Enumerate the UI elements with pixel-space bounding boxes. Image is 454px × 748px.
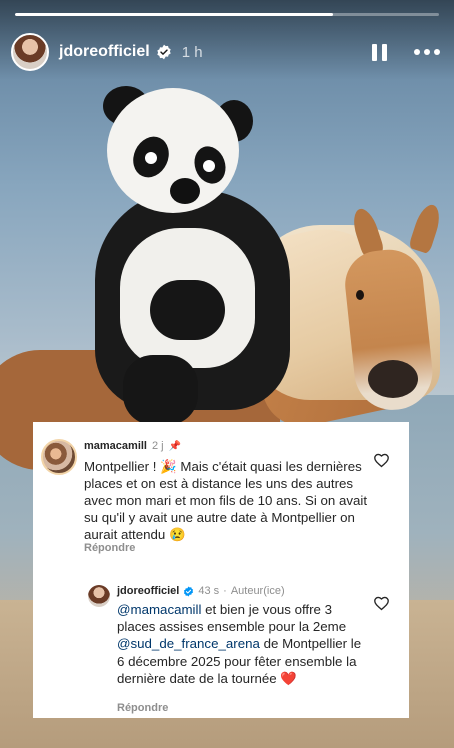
author-avatar[interactable] (88, 585, 110, 607)
dot (414, 49, 420, 55)
pause-bar (371, 43, 377, 61)
pin-icon: 📌 (168, 440, 182, 452)
heart-icon[interactable] (373, 595, 390, 612)
story-timestamp: 1 h (181, 43, 203, 61)
reply-header: jdoreofficiel 43 s · Auteur(ice) (117, 585, 285, 597)
story-viewer: jdoreofficiel 1 h mamacamill 2 j 📌 Montp… (0, 0, 454, 748)
mention-user-link[interactable]: @mamacamill (117, 602, 201, 617)
reply-reply-button[interactable]: Répondre (117, 702, 168, 714)
author-username[interactable]: jdoreofficiel (117, 585, 179, 597)
dot (424, 49, 430, 55)
pause-bar (381, 43, 387, 61)
verified-badge-icon (157, 44, 171, 60)
comment-time: 2 j (151, 440, 164, 452)
dot (434, 49, 440, 55)
comment-text: Montpellier ! 🎉 Mais c'était quasi les d… (84, 459, 368, 542)
heart-icon[interactable] (373, 452, 390, 469)
mention-arena-link[interactable]: @sud_de_france_arena (117, 636, 260, 651)
separator: · (223, 585, 227, 597)
author-badge: Auteur(ice) (230, 585, 285, 597)
reply-time: 43 s (198, 585, 220, 597)
panda-nose (170, 178, 200, 204)
comment-reply-button[interactable]: Répondre (84, 542, 135, 554)
horse-nose (368, 360, 418, 398)
horse-eye (356, 290, 364, 300)
panda-eye (203, 160, 215, 172)
commenter-username[interactable]: mamacamill (84, 440, 147, 452)
comment-header: mamacamill 2 j 📌 (84, 440, 181, 452)
comment-reply-card: mamacamill 2 j 📌 Montpellier ! 🎉 Mais c'… (33, 422, 409, 718)
story-avatar[interactable] (11, 33, 49, 71)
panda-arm (150, 280, 225, 340)
more-icon[interactable] (414, 49, 440, 55)
story-username[interactable]: jdoreofficiel (59, 43, 150, 61)
reply-text: @mamacamill et bien je vous offre 3 plac… (117, 601, 369, 687)
story-header: jdoreofficiel 1 h (11, 33, 440, 71)
story-progress-bar (15, 13, 439, 16)
story-progress-fill (15, 13, 333, 16)
panda-leg (123, 355, 198, 425)
verified-badge-icon (184, 585, 194, 597)
panda-eye (145, 152, 157, 164)
commenter-avatar[interactable] (41, 439, 77, 475)
pause-icon[interactable] (368, 41, 390, 63)
